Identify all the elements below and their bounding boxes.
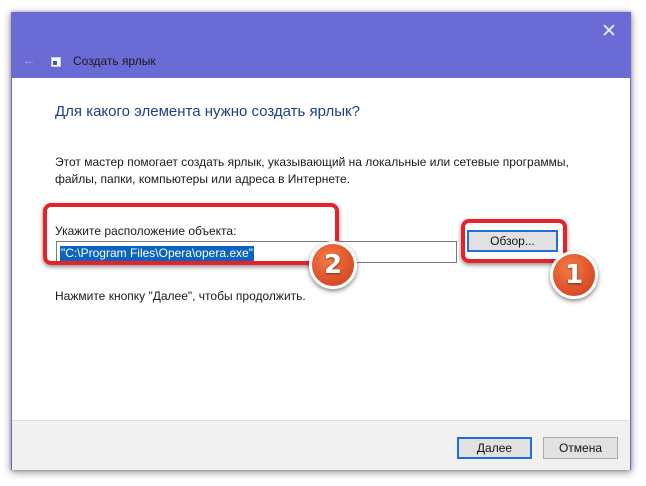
screenshot-stage: ✕ ← Создать ярлык Для какого элемента ну…: [0, 0, 646, 486]
continue-hint: Нажмите кнопку "Далее", чтобы продолжить…: [55, 289, 306, 303]
page-heading: Для какого элемента нужно создать ярлык?: [55, 103, 360, 120]
cancel-button[interactable]: Отмена: [543, 437, 618, 459]
input-highlight-frame: [43, 203, 339, 265]
close-icon[interactable]: ✕: [594, 19, 624, 45]
shortcut-app-icon: [51, 57, 61, 67]
step-badge-1: 1: [550, 251, 598, 299]
next-button[interactable]: Далее: [457, 437, 532, 459]
window-title: Создать ярлык: [73, 54, 156, 68]
wizard-description: Этот мастер помогает создать ярлык, указ…: [55, 155, 569, 186]
dialog-footer: [12, 420, 630, 470]
step-badge-2: 2: [309, 241, 357, 289]
title-bar: ✕ ← Создать ярлык: [12, 13, 630, 78]
back-arrow-icon[interactable]: ←: [22, 53, 40, 67]
browse-highlight-frame: [461, 219, 567, 263]
